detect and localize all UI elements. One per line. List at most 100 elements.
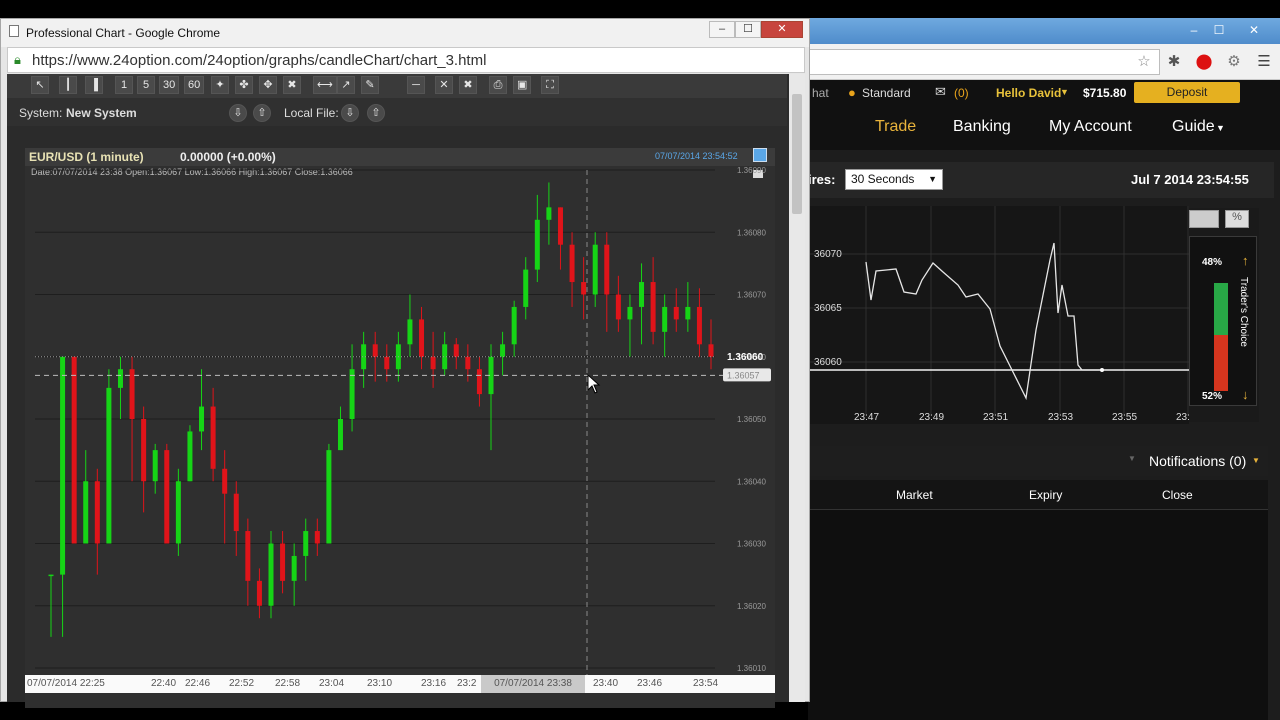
vertical-scrollbar[interactable] [789,74,805,702]
pencil-icon[interactable]: ✎ [361,76,379,94]
candle-body [71,356,77,544]
page-icon [9,25,19,37]
candles-icon[interactable]: ▐ [85,76,103,94]
server-datetime: Jul 7 2014 23:54:55 [1131,172,1249,187]
traders-choice-up-fill [1214,283,1228,335]
delete-icon[interactable]: ✕ [435,76,453,94]
deposit-button[interactable]: Deposit [1134,82,1240,103]
chart-view-icon[interactable] [1189,210,1219,228]
candle-body [83,481,89,544]
minimize-button[interactable]: – [709,21,735,38]
chart-window-titlebar[interactable]: Professional Chart - Google Chrome – ☐ ✕ [1,19,809,47]
account-bar: hat ● Standard ✉ (0) Hello David ▼ $715.… [808,80,1280,106]
print-icon[interactable]: ⎙ [489,76,507,94]
interval-5-button[interactable]: 5 [137,76,155,94]
star-icon[interactable]: ☆ [1134,52,1154,72]
scrollbar-thumb[interactable] [792,94,802,214]
mini-y-tick: 36070 [814,249,842,260]
line-icon[interactable]: ⟷ [313,76,337,94]
x-tick-label: 22:52 [229,678,255,689]
mini-x-tick: 23:49 [919,412,944,423]
nav-my-account[interactable]: My Account [1049,118,1132,136]
x-tick-label: 23:04 [319,678,345,689]
candle-body [303,531,309,556]
back-window-titlebar[interactable]: – ☐ ✕ [808,18,1280,44]
candle-body [708,344,714,357]
bars-icon[interactable]: ┃ [59,76,77,94]
maximize-button[interactable]: ☐ [1208,22,1230,38]
candle-body [407,319,413,345]
zoom-icon[interactable]: ✦ [211,76,229,94]
column-market[interactable]: Market [896,488,933,502]
clear-icon[interactable]: ✖ [459,76,477,94]
download-system-icon[interactable]: ⇩ [229,104,247,122]
trend-icon[interactable]: ↗ [337,76,355,94]
download-file-icon[interactable]: ⇩ [341,104,359,122]
local-file-label: Local File: [284,106,339,120]
candle-body [546,207,552,220]
interval-30-button[interactable]: 30 [159,76,180,94]
upload-system-icon[interactable]: ⇧ [253,104,271,122]
candle-body [48,574,54,577]
candle-body [673,306,679,320]
chart-popup-window: Professional Chart - Google Chrome – ☐ ✕… [0,18,810,708]
candle-body [314,531,320,544]
stop-icon[interactable]: ⬤ [1194,52,1214,72]
hline-icon[interactable]: ─ [407,76,425,94]
indicator-icon[interactable]: ✤ [235,76,253,94]
current-price-label: 1.36060 [727,352,764,363]
envelope-icon[interactable]: ✉ [935,84,946,100]
expiry-select[interactable]: 30 Seconds ▼ [845,169,943,190]
percent-icon[interactable]: % [1225,210,1249,228]
column-expiry[interactable]: Expiry [1029,488,1062,502]
caret-icon: ▼ [1128,454,1136,463]
mini-x-tick: 23:55 [1112,412,1137,423]
x-tick-label: 22:58 [275,678,301,689]
url-text: https://www.24option.com/24option/graphs… [32,52,487,69]
close-button[interactable]: ✕ [1243,22,1265,38]
y-tick-label: 1.36070 [737,291,766,300]
message-count[interactable]: (0) [954,86,969,100]
nav-banking[interactable]: Banking [953,118,1011,136]
draw-icon[interactable]: ✥ [259,76,277,94]
back-omnibox[interactable] [810,49,1160,75]
interval-60-button[interactable]: 60 [184,76,205,94]
chat-link[interactable]: hat [812,86,829,100]
candle-body [280,543,286,581]
column-close[interactable]: Close [1162,488,1193,502]
save-icon[interactable]: ▣ [513,76,532,94]
pointer-icon[interactable]: ↖ [31,76,49,94]
cross-icon[interactable]: ✖ [283,76,301,94]
balance: $715.80 [1083,86,1127,100]
positions-table-header: Market Expiry Close [808,480,1268,510]
candle-body [337,419,343,451]
interval-1-button[interactable]: 1 [115,76,133,94]
x-tick-label: 23:16 [421,678,447,689]
candle-body [152,450,158,482]
candle-body [476,369,482,395]
notifications-toggle[interactable]: Notifications (0) [1149,453,1246,469]
candle-body [141,419,147,482]
minimize-button[interactable]: – [1183,22,1205,38]
nav-trade[interactable]: Trade [875,118,916,136]
greeting-menu[interactable]: Hello David [996,86,1061,100]
candle-body [268,543,274,606]
maximize-button[interactable]: ☐ [735,21,761,38]
candle-body [650,282,656,332]
candle-body [384,356,390,370]
candlestick-plot[interactable]: 1.36090 1.36080 1.36070 1.36060 1.36050 1.360… [25,148,775,675]
url-bar[interactable]: 🔒︎ https://www.24option.com/24option/gra… [7,47,805,73]
nav-guide[interactable]: Guide [1172,118,1215,136]
system-value[interactable]: New System [66,106,137,120]
candle-body [175,481,181,544]
arrow-down-icon: ↓ [1242,387,1249,402]
price-chart[interactable]: EUR/USD (1 minute) 0.00000 (+0.00%) 07/0… [25,148,775,708]
upload-file-icon[interactable]: ⇧ [367,104,385,122]
extension-icon[interactable]: ✱ [1164,52,1184,72]
chart-page: ↖ ┃ ▐ 1 5 30 60 ✦ ✤ ✥ ✖ ⟷ ↗ ✎ ─ ✕ ✖ ⎙ ▣ … [7,74,805,708]
menu-icon[interactable]: ☰ [1254,52,1274,72]
fullscreen-icon[interactable]: ⛶ [541,76,559,94]
settings-icon[interactable]: ⚙ [1224,52,1244,72]
close-button[interactable]: ✕ [761,21,803,38]
chevron-down-icon: ▼ [1216,123,1225,133]
